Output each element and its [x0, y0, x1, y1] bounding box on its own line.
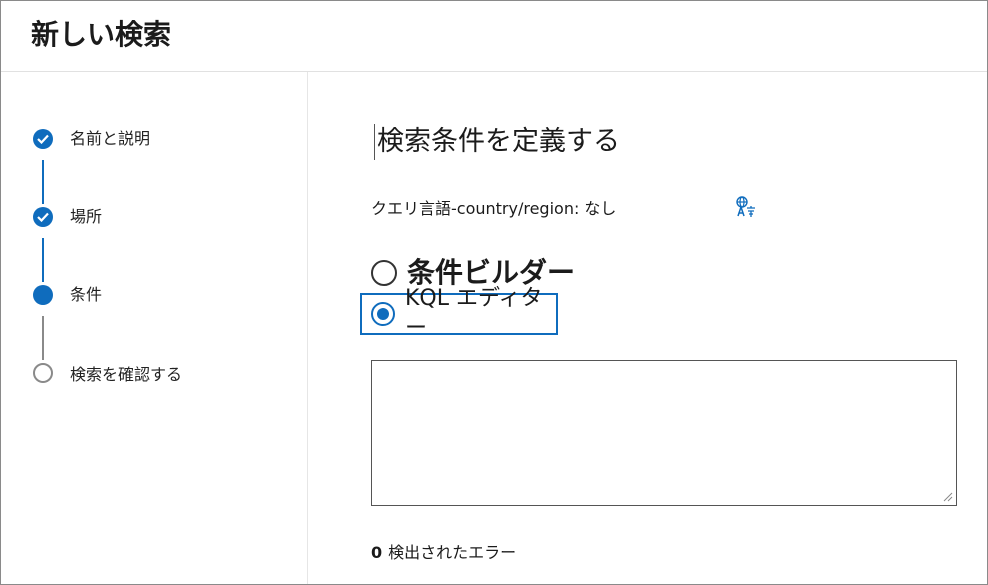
kql-editor-radio[interactable]	[371, 302, 395, 326]
step-pending-icon	[33, 363, 53, 383]
step-review-search[interactable]: 検索を確認する	[1, 362, 307, 392]
wizard-steps: 名前と説明 場所 条件 検索を確認する	[1, 72, 308, 584]
error-label: 検出されたエラー	[388, 543, 517, 562]
step-connector	[42, 238, 44, 282]
step-label: 場所	[70, 207, 103, 226]
kql-editor-option[interactable]: KQL エディター	[360, 286, 558, 341]
section-title: 検索条件を定義する	[374, 124, 620, 160]
query-language-label: クエリ言語-country/region: なし	[371, 199, 617, 218]
step-label: 検索を確認する	[70, 365, 183, 384]
step-complete-icon	[33, 129, 53, 149]
step-label: 名前と説明	[70, 129, 151, 148]
conditions-pane: 検索条件を定義する クエリ言語-country/region: なし 条件ビルダ…	[308, 72, 987, 584]
error-count: 0	[371, 543, 383, 562]
step-name-and-description[interactable]: 名前と説明	[1, 128, 307, 158]
translate-icon[interactable]	[735, 196, 757, 218]
error-summary: 0 検出されたエラー	[371, 542, 516, 564]
condition-builder-radio[interactable]	[371, 260, 397, 286]
step-current-icon	[33, 285, 53, 305]
panel-title: 新しい検索	[31, 18, 172, 51]
step-conditions[interactable]: 条件	[1, 284, 307, 314]
step-connector	[42, 160, 44, 204]
kql-query-input[interactable]	[371, 360, 957, 506]
step-connector	[42, 316, 44, 360]
new-search-panel: 新しい検索 名前と説明 場所 条件 検索を確認する 検索条件を定義する クエリ言…	[0, 0, 988, 585]
resize-grip-icon[interactable]	[943, 492, 953, 502]
step-label: 条件	[70, 285, 103, 304]
step-locations[interactable]: 場所	[1, 206, 307, 236]
radio-label: KQL エディター	[405, 286, 543, 341]
panel-header: 新しい検索	[1, 1, 987, 72]
step-complete-icon	[33, 207, 53, 227]
